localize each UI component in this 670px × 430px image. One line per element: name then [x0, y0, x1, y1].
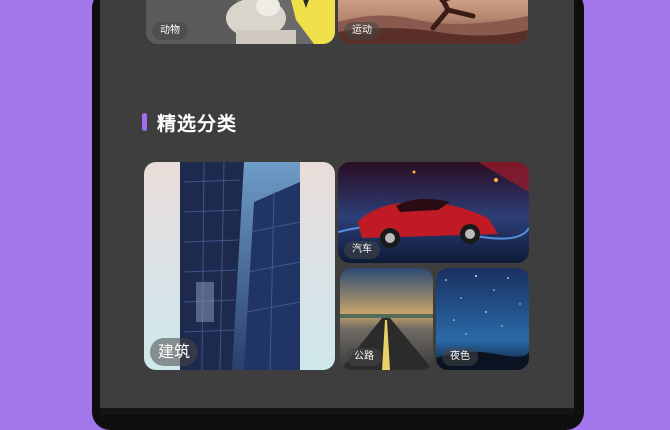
sport-label: 运动: [344, 22, 380, 40]
category-tile-animal[interactable]: 动物: [146, 0, 335, 44]
night-label: 夜色: [442, 348, 478, 366]
animal-label: 动物: [152, 22, 188, 40]
category-tile-architecture[interactable]: 建筑: [144, 162, 335, 370]
app-screen: 动物 运动 精选分类 建筑 汽车 公路 夜色: [100, 0, 574, 415]
category-tile-night[interactable]: 夜色: [436, 268, 529, 370]
section-title: 精选分类: [157, 112, 238, 135]
architecture-label: 建筑: [150, 338, 199, 366]
bottom-bar: [100, 408, 574, 415]
car-label: 汽车: [344, 241, 380, 259]
section-accent-bar: [142, 113, 147, 131]
section-heading: 精选分类: [142, 110, 238, 135]
category-tile-car[interactable]: 汽车: [338, 162, 529, 263]
category-tile-road[interactable]: 公路: [340, 268, 433, 370]
road-label: 公路: [346, 348, 382, 366]
category-tile-sport[interactable]: 运动: [338, 0, 528, 44]
